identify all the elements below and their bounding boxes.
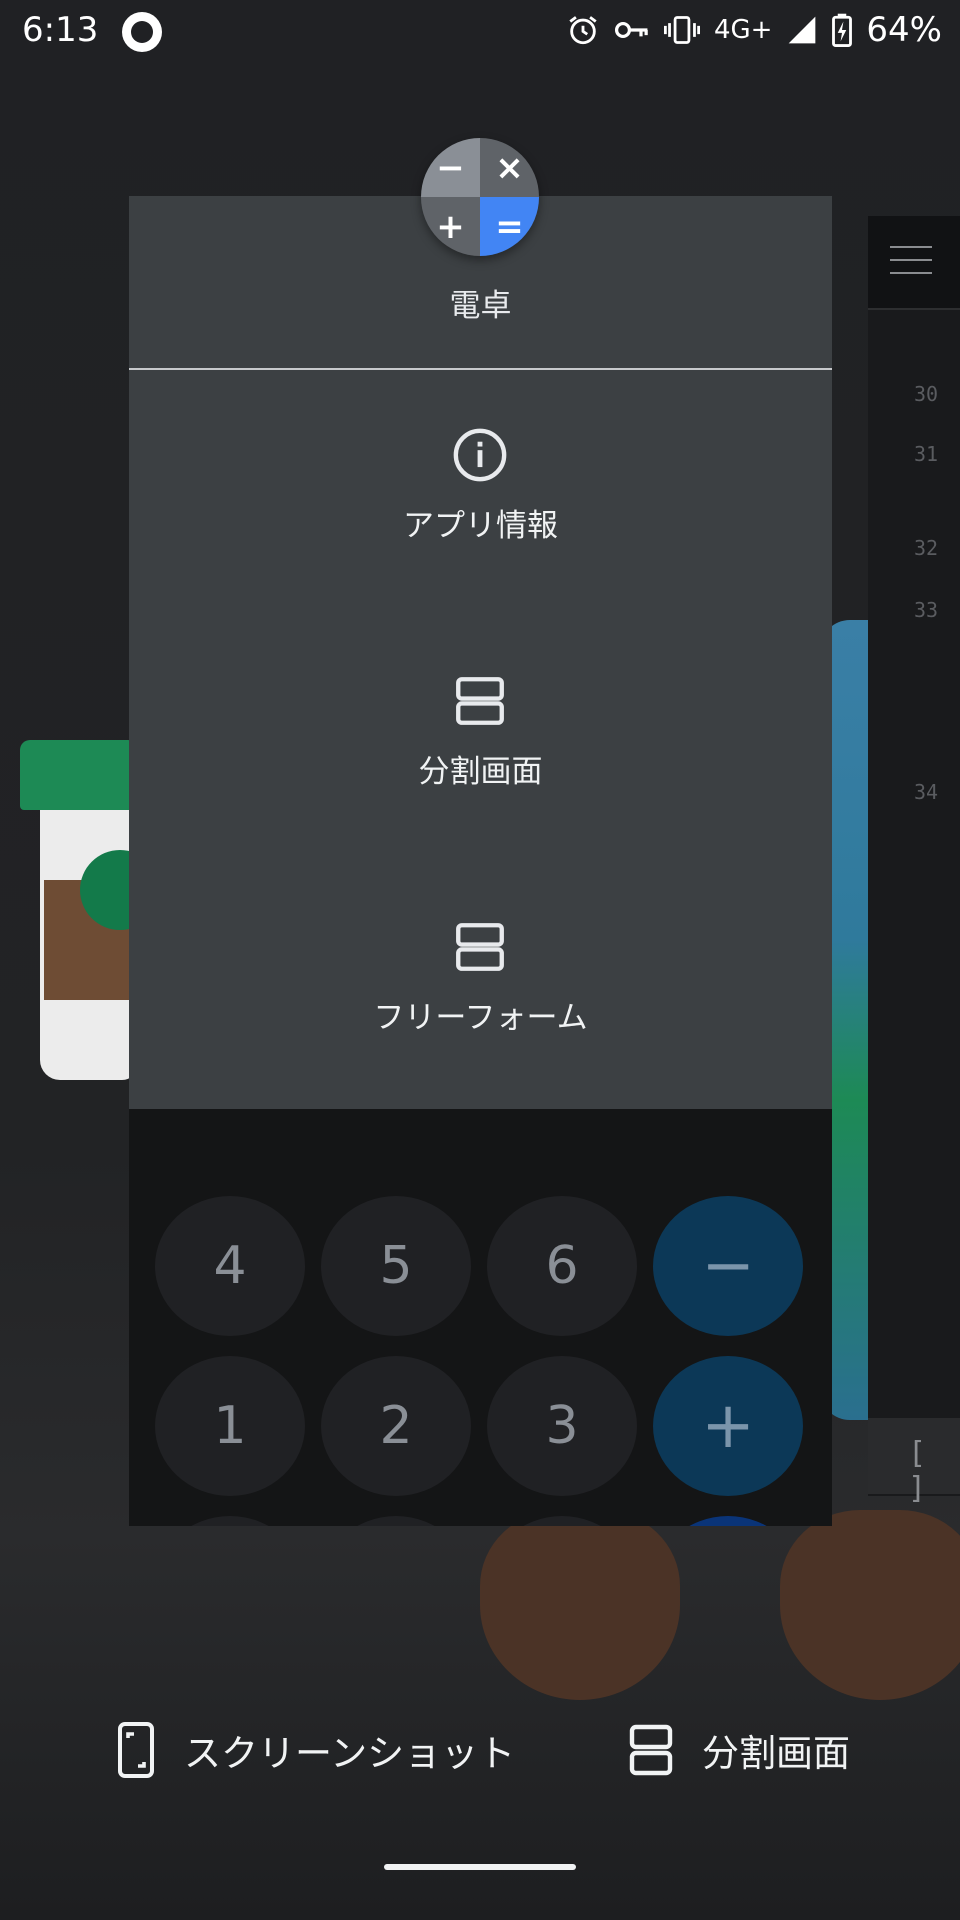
times-symbol: ×: [480, 138, 539, 197]
key-backspace[interactable]: ⌫: [487, 1516, 637, 1526]
recents-actions-bar: スクリーンショット 分割画面: [0, 1700, 960, 1800]
line-number: 33: [914, 598, 939, 622]
key-minus[interactable]: −: [653, 1196, 803, 1336]
line-number: 30: [914, 382, 939, 406]
calculator-app-icon[interactable]: − × + =: [421, 138, 539, 256]
status-icons: 4G+ 64%: [566, 10, 942, 50]
menu-item-label: フリーフォーム: [373, 1000, 588, 1036]
network-type: 4G+: [713, 15, 773, 45]
key-plus[interactable]: +: [653, 1356, 803, 1496]
freeform-icon: [456, 923, 504, 971]
key-2[interactable]: 2: [321, 1356, 471, 1496]
recents-screen: 6:13 4G+ 64% 30 31 32 33 34 [ ] 4 5 6 − …: [0, 0, 960, 1920]
calculator-keypad: 4 5 6 − 1 2 3 + 0 · ⌫ =: [129, 1196, 832, 1526]
app-notification-icon: [122, 12, 162, 52]
vibrate-icon: [663, 16, 700, 44]
signal-icon: [789, 16, 816, 44]
screenshot-button[interactable]: スクリーンショット: [116, 1720, 515, 1780]
menu-icon: [890, 246, 932, 276]
split-screen-label: 分割画面: [702, 1732, 850, 1775]
plus-symbol: +: [421, 197, 480, 256]
wallpaper-feet-illustration: [480, 1510, 960, 1710]
key-3[interactable]: 3: [487, 1356, 637, 1496]
alarm-icon: [569, 16, 597, 45]
key-decimal[interactable]: ·: [321, 1516, 471, 1526]
line-number: 34: [914, 780, 939, 804]
key-6[interactable]: 6: [487, 1196, 637, 1336]
app-name: 電卓: [449, 288, 512, 324]
menu-item-label: アプリ情報: [403, 508, 558, 544]
key-0[interactable]: 0: [155, 1516, 305, 1526]
battery-percent: 64%: [866, 10, 942, 50]
key-5[interactable]: 5: [321, 1196, 471, 1336]
screenshot-label: スクリーンショット: [184, 1732, 516, 1775]
split-screen-icon: [456, 677, 504, 725]
wallpaper-cup-illustration: [20, 740, 160, 1080]
split-screen-button[interactable]: 分割画面: [628, 1720, 850, 1780]
menu-item-split-screen[interactable]: 分割画面: [129, 642, 832, 872]
line-number: 31: [914, 442, 939, 466]
menu-item-freeform[interactable]: フリーフォーム: [129, 888, 832, 1118]
status-time: 6:13: [22, 10, 99, 50]
info-icon: [453, 428, 507, 482]
recent-app-card-footer: [ ]: [868, 1418, 960, 1506]
menu-item-app-info[interactable]: アプリ情報: [129, 396, 832, 626]
battery-charging-icon: [832, 13, 853, 47]
key-equals[interactable]: =: [653, 1516, 803, 1526]
navigation-handle[interactable]: [384, 1864, 576, 1870]
recent-app-card-next[interactable]: 30 31 32 33 34: [868, 216, 960, 1496]
key-4[interactable]: 4: [155, 1196, 305, 1336]
screenshot-icon: [118, 1722, 154, 1778]
bracket-text: [ ]: [908, 1436, 927, 1506]
split-screen-icon: [629, 1724, 673, 1776]
key-1[interactable]: 1: [155, 1356, 305, 1496]
app-options-menu: 電卓 アプリ情報 分割画面 フリーフォーム: [129, 196, 832, 1109]
status-bar: 6:13 4G+ 64%: [0, 0, 960, 64]
menu-item-label: 分割画面: [418, 754, 543, 790]
vpn-key-icon: [614, 21, 648, 39]
minus-symbol: −: [421, 138, 480, 197]
line-number: 32: [914, 536, 939, 560]
equals-symbol: =: [480, 197, 539, 256]
